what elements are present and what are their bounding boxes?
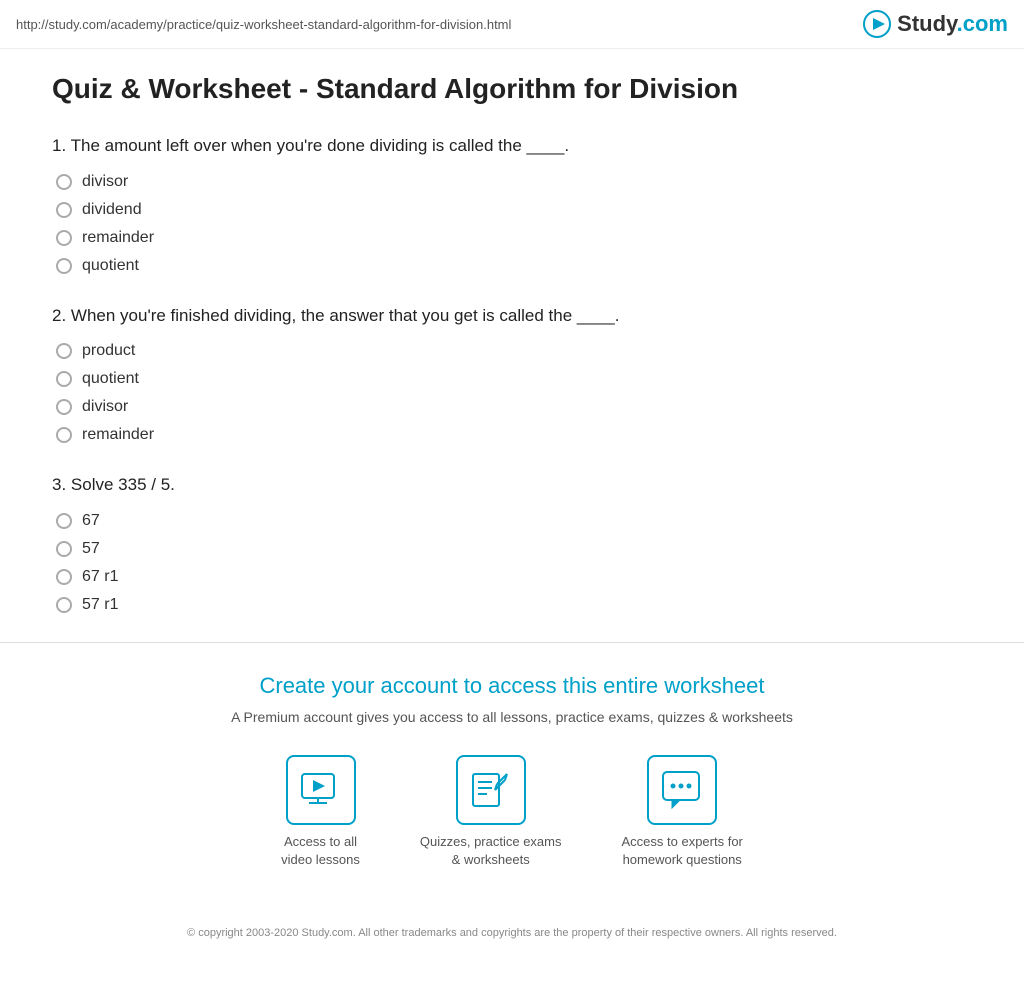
q1-option-4[interactable]: quotient <box>52 257 972 275</box>
video-icon-box <box>286 755 356 825</box>
page-title: Quiz & Worksheet - Standard Algorithm fo… <box>52 73 972 105</box>
chat-icon-box <box>647 755 717 825</box>
chat-icon <box>662 771 702 809</box>
radio-q1-1[interactable] <box>56 174 72 190</box>
q1-option-3[interactable]: remainder <box>52 229 972 247</box>
feature-quiz: Quizzes, practice exams& worksheets <box>420 755 562 869</box>
url-text: http://study.com/academy/practice/quiz-w… <box>16 17 511 32</box>
radio-q2-3[interactable] <box>56 399 72 415</box>
q2-label-1: product <box>82 342 135 360</box>
question-3-text: 3. Solve 335 / 5. <box>52 472 972 498</box>
q2-option-1[interactable]: product <box>52 342 972 360</box>
feature-quiz-label: Quizzes, practice exams& worksheets <box>420 833 562 869</box>
q3-option-4[interactable]: 57 r1 <box>52 596 972 614</box>
q1-label-2: dividend <box>82 201 142 219</box>
radio-q2-2[interactable] <box>56 371 72 387</box>
feature-video-label: Access to allvideo lessons <box>281 833 360 869</box>
main-content: Quiz & Worksheet - Standard Algorithm fo… <box>22 49 1002 614</box>
q3-label-3: 67 r1 <box>82 568 118 586</box>
radio-q3-2[interactable] <box>56 541 72 557</box>
question-3: 3. Solve 335 / 5. 67 57 67 r1 57 r1 <box>52 472 972 614</box>
q1-label-3: remainder <box>82 229 154 247</box>
q1-option-2[interactable]: dividend <box>52 201 972 219</box>
radio-q3-1[interactable] <box>56 513 72 529</box>
q1-label-1: divisor <box>82 173 128 191</box>
feature-chat-label: Access to experts forhomework questions <box>622 833 743 869</box>
question-2: 2. When you're finished dividing, the an… <box>52 303 972 445</box>
features-row: Access to allvideo lessons Quizzes, prac… <box>20 755 1004 869</box>
q3-label-4: 57 r1 <box>82 596 118 614</box>
quiz-icon-box <box>456 755 526 825</box>
top-bar: http://study.com/academy/practice/quiz-w… <box>0 0 1024 49</box>
q1-option-1[interactable]: divisor <box>52 173 972 191</box>
feature-video: Access to allvideo lessons <box>281 755 360 869</box>
q3-option-1[interactable]: 67 <box>52 512 972 530</box>
q2-label-3: divisor <box>82 398 128 416</box>
logo-icon <box>863 10 891 38</box>
q2-option-2[interactable]: quotient <box>52 370 972 388</box>
q1-label-4: quotient <box>82 257 139 275</box>
q3-option-3[interactable]: 67 r1 <box>52 568 972 586</box>
q2-option-4[interactable]: remainder <box>52 426 972 444</box>
feature-chat: Access to experts forhomework questions <box>622 755 743 869</box>
q3-label-1: 67 <box>82 512 100 530</box>
logo-text: Study.com <box>897 11 1008 37</box>
q3-option-2[interactable]: 57 <box>52 540 972 558</box>
radio-q3-4[interactable] <box>56 597 72 613</box>
q2-label-4: remainder <box>82 426 154 444</box>
promo-title: Create your account to access this entir… <box>20 673 1004 699</box>
q2-label-2: quotient <box>82 370 139 388</box>
radio-q2-1[interactable] <box>56 343 72 359</box>
question-1-text: 1. The amount left over when you're done… <box>52 133 972 159</box>
radio-q3-3[interactable] <box>56 569 72 585</box>
question-1: 1. The amount left over when you're done… <box>52 133 972 275</box>
promo-subtitle: A Premium account gives you access to al… <box>20 709 1004 725</box>
video-icon <box>301 773 341 807</box>
radio-q1-3[interactable] <box>56 230 72 246</box>
radio-q1-4[interactable] <box>56 258 72 274</box>
radio-q2-4[interactable] <box>56 427 72 443</box>
radio-q1-2[interactable] <box>56 202 72 218</box>
q3-label-2: 57 <box>82 540 100 558</box>
logo-area: Study.com <box>863 10 1008 38</box>
footer-text: © copyright 2003-2020 Study.com. All oth… <box>0 913 1024 959</box>
q2-option-3[interactable]: divisor <box>52 398 972 416</box>
quiz-icon <box>471 770 511 810</box>
promo-section: Create your account to access this entir… <box>0 642 1024 913</box>
question-2-text: 2. When you're finished dividing, the an… <box>52 303 972 329</box>
